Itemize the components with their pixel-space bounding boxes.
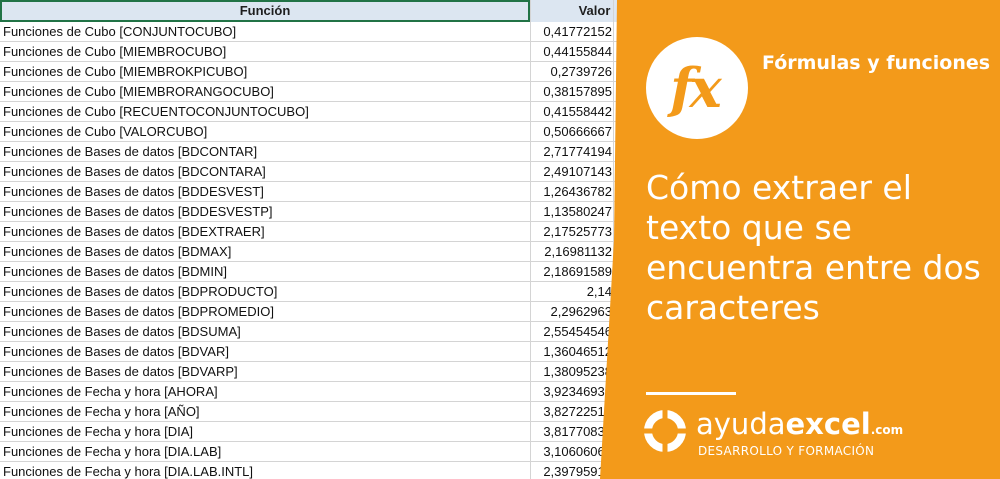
cell-valor[interactable]: 1,26436782: [530, 182, 612, 201]
table-row[interactable]: Funciones de Bases de datos [BDVAR] 1,360…: [0, 342, 660, 362]
fx-logo: fx: [646, 37, 748, 139]
cell-funcion[interactable]: Funciones de Bases de datos [BDMIN]: [3, 262, 527, 281]
table-row[interactable]: Funciones de Cubo [VALORCUBO] 0,50666667: [0, 122, 660, 142]
table-row[interactable]: Funciones de Bases de datos [BDDESVEST] 1…: [0, 182, 660, 202]
table-row[interactable]: Funciones de Bases de datos [BDMAX] 2,169…: [0, 242, 660, 262]
cell-funcion[interactable]: Funciones de Bases de datos [BDPRODUCTO]: [3, 282, 527, 301]
cell-valor[interactable]: 0,2739726: [530, 62, 612, 81]
table-row[interactable]: Funciones de Bases de datos [BDCONTAR] 2,…: [0, 142, 660, 162]
cell-valor[interactable]: 2,39795918: [530, 462, 612, 479]
cell-funcion[interactable]: Funciones de Bases de datos [BDDESVEST]: [3, 182, 527, 201]
brand-logo[interactable]: ayudaexcel.com: [696, 407, 903, 441]
brand-part-ayuda: ayuda: [696, 407, 786, 441]
cell-funcion[interactable]: Funciones de Fecha y hora [AHORA]: [3, 382, 527, 401]
cell-funcion[interactable]: Funciones de Fecha y hora [DIA]: [3, 422, 527, 441]
cell-funcion[interactable]: Funciones de Cubo [CONJUNTOCUBO]: [3, 22, 527, 41]
cell-valor[interactable]: 1,38095238: [530, 362, 612, 381]
cell-valor[interactable]: 3,92346939: [530, 382, 612, 401]
cell-valor[interactable]: 2,16981132: [530, 242, 612, 261]
table-row[interactable]: Funciones de Bases de datos [BDEXTRAER] 2…: [0, 222, 660, 242]
cell-valor[interactable]: 0,38157895: [530, 82, 612, 101]
table-row[interactable]: Funciones de Bases de datos [BDDESVESTP]…: [0, 202, 660, 222]
table-row[interactable]: Funciones de Bases de datos [BDVARP] 1,38…: [0, 362, 660, 382]
cell-valor[interactable]: 2,71774194: [530, 142, 612, 161]
cell-funcion[interactable]: Funciones de Cubo [VALORCUBO]: [3, 122, 527, 141]
cell-funcion[interactable]: Funciones de Fecha y hora [DIA.LAB]: [3, 442, 527, 461]
cell-valor[interactable]: 2,49107143: [530, 162, 612, 181]
cell-valor[interactable]: 0,41558442: [530, 102, 612, 121]
cell-funcion[interactable]: Funciones de Bases de datos [BDSUMA]: [3, 322, 527, 341]
table-row[interactable]: Funciones de Fecha y hora [DIA] 3,8177083…: [0, 422, 660, 442]
table-row[interactable]: Funciones de Cubo [MIEMBROCUBO] 0,4415584…: [0, 42, 660, 62]
cell-funcion[interactable]: Funciones de Bases de datos [BDPROMEDIO]: [3, 302, 527, 321]
table-row[interactable]: Funciones de Cubo [RECUENTOCONJUNTOCUBO]…: [0, 102, 660, 122]
cell-valor[interactable]: 1,36046512: [530, 342, 612, 361]
cell-funcion[interactable]: Funciones de Fecha y hora [DIA.LAB.INTL]: [3, 462, 527, 479]
table-row[interactable]: Funciones de Fecha y hora [AÑO] 3,8272251…: [0, 402, 660, 422]
table-row[interactable]: Funciones de Cubo [CONJUNTOCUBO] 0,417721…: [0, 22, 660, 42]
cell-valor[interactable]: 3,10606061: [530, 442, 612, 461]
spreadsheet: Función Valor Funciones de Cubo [CONJUNT…: [0, 0, 660, 479]
cell-valor[interactable]: 3,82722513: [530, 402, 612, 421]
cell-funcion[interactable]: Funciones de Cubo [MIEMBROCUBO]: [3, 42, 527, 61]
cell-funcion[interactable]: Funciones de Fecha y hora [AÑO]: [3, 402, 527, 421]
table-row[interactable]: Funciones de Bases de datos [BDPRODUCTO]…: [0, 282, 660, 302]
brand-part-com: .com: [870, 423, 904, 437]
cell-valor[interactable]: 2,18691589: [530, 262, 612, 281]
cell-funcion[interactable]: Funciones de Bases de datos [BDMAX]: [3, 242, 527, 261]
table-row[interactable]: Funciones de Bases de datos [BDMIN] 2,186…: [0, 262, 660, 282]
fx-icon: fx: [670, 56, 721, 120]
table-row[interactable]: Funciones de Bases de datos [BDCONTARA] 2…: [0, 162, 660, 182]
cell-valor[interactable]: 2,17525773: [530, 222, 612, 241]
cell-valor[interactable]: 3,81770833: [530, 422, 612, 441]
header-valor[interactable]: Valor: [530, 0, 660, 22]
cell-valor[interactable]: 0,41772152: [530, 22, 612, 41]
cell-valor[interactable]: 1,13580247: [530, 202, 612, 221]
brand-part-excel: excel: [785, 407, 871, 441]
table-row[interactable]: Funciones de Cubo [MIEMBROKPICUBO] 0,2739…: [0, 62, 660, 82]
cell-funcion[interactable]: Funciones de Bases de datos [BDDESVESTP]: [3, 202, 527, 221]
cell-funcion[interactable]: Funciones de Cubo [MIEMBRORANGOCUBO]: [3, 82, 527, 101]
table-row[interactable]: Funciones de Bases de datos [BDPROMEDIO]…: [0, 302, 660, 322]
column-divider: [613, 0, 614, 479]
cell-funcion[interactable]: Funciones de Bases de datos [BDCONTAR]: [3, 142, 527, 161]
cell-valor[interactable]: 0,44155844: [530, 42, 612, 61]
brand-tagline: DESARROLLO Y FORMACIÓN: [698, 444, 875, 458]
cell-funcion[interactable]: Funciones de Bases de datos [BDEXTRAER]: [3, 222, 527, 241]
cell-funcion[interactable]: Funciones de Bases de datos [BDVAR]: [3, 342, 527, 361]
column-divider: [530, 0, 531, 479]
article-title: Cómo extraer el texto que se encuentra e…: [646, 168, 981, 327]
cell-funcion[interactable]: Funciones de Bases de datos [BDCONTARA]: [3, 162, 527, 181]
cell-funcion[interactable]: Funciones de Cubo [RECUENTOCONJUNTOCUBO]: [3, 102, 527, 121]
cell-funcion[interactable]: Funciones de Cubo [MIEMBROKPICUBO]: [3, 62, 527, 81]
cell-valor[interactable]: 2,14: [530, 282, 612, 301]
category-subtitle: Fórmulas y funciones: [762, 52, 991, 74]
table-row[interactable]: Funciones de Fecha y hora [DIA.LAB] 3,106…: [0, 442, 660, 462]
header-funcion[interactable]: Función: [0, 0, 530, 22]
cell-funcion[interactable]: Funciones de Bases de datos [BDVARP]: [3, 362, 527, 381]
cell-valor[interactable]: 2,55454546: [530, 322, 612, 341]
table-row[interactable]: Funciones de Cubo [MIEMBRORANGOCUBO] 0,38…: [0, 82, 660, 102]
cell-valor[interactable]: 0,50666667: [530, 122, 612, 141]
table-row[interactable]: Funciones de Bases de datos [BDSUMA] 2,55…: [0, 322, 660, 342]
table-row[interactable]: Funciones de Fecha y hora [DIA.LAB.INTL]…: [0, 462, 660, 479]
cell-valor[interactable]: 2,2962963: [530, 302, 612, 321]
header-row: Función Valor: [0, 0, 660, 22]
table-row[interactable]: Funciones de Fecha y hora [AHORA] 3,92346…: [0, 382, 660, 402]
